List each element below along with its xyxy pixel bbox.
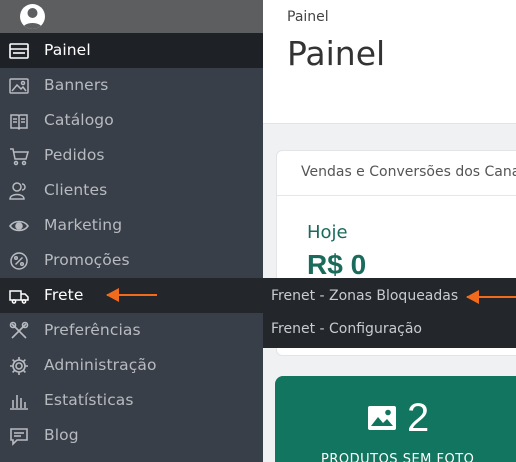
sidebar-item-label: Administração — [44, 356, 157, 374]
annotation-arrow-submenu — [466, 290, 516, 304]
bar-chart-icon — [9, 391, 29, 411]
main-content: Painel Painel Vendas e Conversões dos Ca… — [263, 0, 516, 462]
page-title: Painel — [287, 34, 386, 73]
sales-value: R$ 0 — [307, 249, 367, 280]
submenu-item-configuracao[interactable]: Frenet - Configuração — [271, 321, 422, 337]
products-without-photo-card[interactable]: 2 PRODUTOS SEM FOTO — [275, 376, 516, 462]
submenu-item-zonas-bloqueadas[interactable]: Frenet - Zonas Bloqueadas — [271, 288, 458, 304]
card-title: Vendas e Conversões dos Canais — [301, 164, 516, 180]
sidebar-item-painel[interactable]: Painel — [0, 33, 263, 68]
sidebar-item-label: Catálogo — [44, 111, 114, 129]
frete-submenu: Frenet - Zonas Bloqueadas Frenet - Confi… — [263, 278, 516, 348]
cart-icon — [9, 146, 29, 166]
card-divider — [277, 195, 516, 196]
sidebar-item-clientes[interactable]: Clientes — [0, 173, 263, 208]
sidebar-item-label: Promoções — [44, 251, 130, 269]
gear-icon — [9, 356, 29, 376]
sidebar-item-label: Clientes — [44, 181, 108, 199]
sidebar-item-label: Estatísticas — [44, 391, 134, 409]
eye-icon — [9, 216, 29, 236]
breadcrumb[interactable]: Painel — [287, 9, 329, 25]
sidebar-item-label: Pedidos — [44, 146, 105, 164]
sidebar-item-label: Frete — [44, 286, 84, 304]
dashboard-icon — [9, 41, 29, 61]
message-icon — [9, 426, 29, 446]
image-icon — [9, 76, 29, 96]
annotation-arrow-frete — [106, 288, 157, 302]
sidebar-item-label: Painel — [44, 41, 91, 59]
sidebar: Painel Banners Catálogo Pedidos Clientes… — [0, 0, 263, 462]
sidebar-item-preferencias[interactable]: Preferências — [0, 313, 263, 348]
sidebar-item-blog[interactable]: Blog — [0, 418, 263, 453]
products-count: 2 — [407, 396, 430, 440]
tools-icon — [9, 321, 29, 341]
sidebar-item-label: Marketing — [44, 216, 123, 234]
percent-badge-icon — [9, 251, 29, 271]
period-label: Hoje — [307, 222, 348, 243]
sidebar-item-pedidos[interactable]: Pedidos — [0, 138, 263, 173]
sidebar-item-label: Preferências — [44, 321, 141, 339]
sidebar-item-promocoes[interactable]: Promoções — [0, 243, 263, 278]
page-header: Painel Painel — [263, 0, 516, 124]
sidebar-item-label: Blog — [44, 426, 79, 444]
book-icon — [9, 111, 29, 131]
truck-icon — [9, 286, 29, 306]
sidebar-item-administracao[interactable]: Administração — [0, 348, 263, 383]
sidebar-item-marketing[interactable]: Marketing — [0, 208, 263, 243]
sidebar-topbar — [0, 0, 263, 33]
sidebar-item-catalogo[interactable]: Catálogo — [0, 103, 263, 138]
users-icon — [9, 181, 29, 201]
sidebar-item-banners[interactable]: Banners — [0, 68, 263, 103]
card-caption: PRODUTOS SEM FOTO — [321, 452, 475, 462]
image-icon — [367, 405, 397, 431]
user-avatar-icon[interactable] — [20, 4, 45, 29]
sidebar-item-label: Banners — [44, 76, 109, 94]
sidebar-item-estatisticas[interactable]: Estatísticas — [0, 383, 263, 418]
